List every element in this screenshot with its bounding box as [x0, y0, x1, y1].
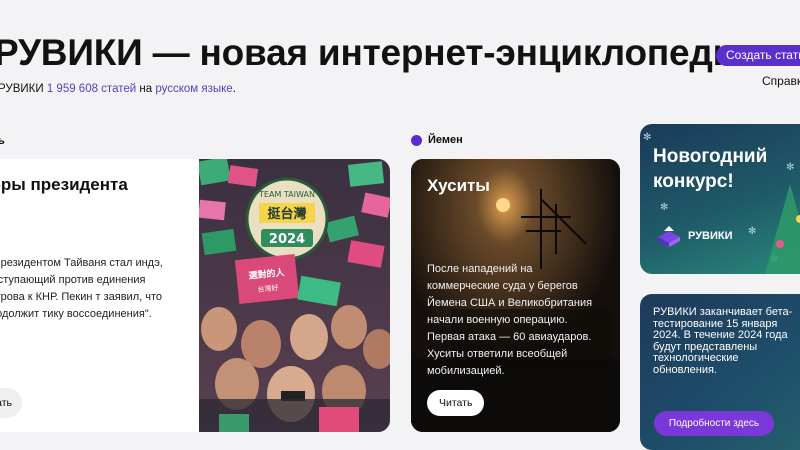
- svg-text:✻: ✻: [643, 132, 651, 143]
- card-taiwan[interactable]: боры президента м президентом Тайваня ст…: [0, 159, 390, 432]
- card-contest-title: Новогодний конкурс!: [653, 144, 767, 194]
- tag-dot-icon: [411, 134, 422, 146]
- details-button[interactable]: Подробности здесь: [654, 411, 774, 436]
- card-beta[interactable]: РУВИКИ заканчивает бета-тестирование 15 …: [640, 294, 800, 450]
- create-article-button[interactable]: Создать статью: [716, 45, 800, 66]
- svg-text:✻: ✻: [748, 226, 756, 237]
- svg-text:挺台灣: 挺台灣: [267, 206, 306, 222]
- svg-text:TEAM TAIWAN: TEAM TAIWAN: [258, 190, 315, 199]
- card-taiwan-read-button[interactable]: ать: [0, 388, 22, 418]
- stats-count-link[interactable]: 1 959 608 статей: [47, 83, 136, 95]
- card-yemen-tag-label: Йемен: [428, 134, 463, 146]
- card-contest-title-line2: конкурс!: [653, 171, 734, 192]
- help-link[interactable]: Справка: [762, 74, 800, 88]
- stats-prefix: РУВИКИ: [0, 83, 47, 95]
- card-taiwan-photo: TEAM TAIWAN 挺台灣 2024 選對的人 台灣好: [199, 159, 390, 432]
- card-beta-body: РУВИКИ заканчивает бета-тестирование 15 …: [653, 306, 793, 376]
- card-taiwan-body: м президентом Тайваня стал индэ, выступа…: [0, 257, 163, 320]
- card-taiwan-text: боры президента м президентом Тайваня ст…: [0, 159, 199, 432]
- stats-language-link[interactable]: русском языке: [155, 83, 232, 95]
- svg-text:✻: ✻: [660, 202, 668, 213]
- card-taiwan-tag[interactable]: ь: [0, 135, 5, 147]
- rutiki-logo-text: РУВИКИ: [688, 230, 733, 242]
- card-yemen[interactable]: Хуситы После нападений на коммерческие с…: [411, 159, 620, 432]
- rally-crowd-image: TEAM TAIWAN 挺台灣 2024 選對的人 台灣好: [199, 159, 390, 432]
- page-title: РУВИКИ — новая интернет-энциклопедия: [0, 32, 757, 73]
- card-contest-title-line1: Новогодний: [653, 146, 768, 167]
- stats-middle: на: [136, 83, 156, 95]
- card-yemen-tag[interactable]: Йемен: [411, 134, 463, 146]
- stats-suffix: .: [232, 83, 236, 95]
- rutiki-logo-icon: [658, 226, 680, 247]
- card-taiwan-title: боры президента: [0, 175, 128, 194]
- card-contest[interactable]: ✻ ✻ ✻ ✻ ✻ Новогодний конкурс! РУВИКИ: [640, 124, 800, 274]
- card-yemen-read-button[interactable]: Читать: [427, 390, 485, 416]
- svg-text:✻: ✻: [786, 162, 794, 173]
- svg-text:2024: 2024: [269, 232, 305, 247]
- card-yemen-body: После нападений на коммерческие суда у б…: [427, 263, 593, 377]
- card-yemen-title: Хуситы: [427, 176, 490, 195]
- article-stats: РУВИКИ 1 959 608 статей на русском языке…: [0, 83, 236, 95]
- rutiki-logo: РУВИКИ: [656, 225, 733, 247]
